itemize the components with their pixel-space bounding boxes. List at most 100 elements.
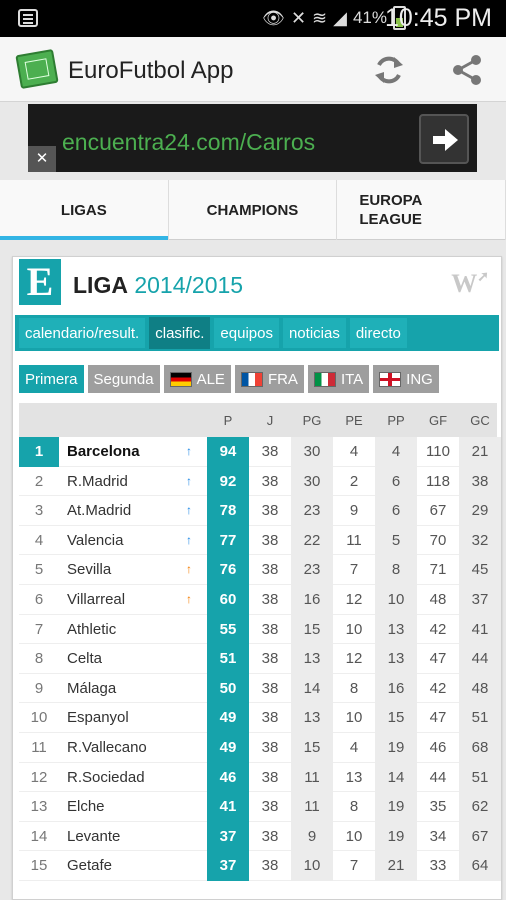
chip-ale[interactable]: ALE bbox=[163, 365, 231, 393]
table-row[interactable]: 12 R.Sociedad 46 38 11 13 14 44 51 bbox=[19, 762, 501, 793]
row-position: 6 bbox=[34, 590, 44, 608]
trend-up-icon: ↑ bbox=[186, 473, 192, 488]
subnav-noticias[interactable]: noticias bbox=[282, 318, 346, 348]
chip-primera[interactable]: Primera bbox=[19, 365, 84, 393]
row-team-name[interactable]: Málaga bbox=[67, 674, 116, 704]
row-team-name[interactable]: R.Madrid bbox=[67, 467, 128, 497]
table-row[interactable]: 1 Barcelona ↑ 94 38 30 4 4 110 21 bbox=[19, 437, 501, 467]
england-flag-icon bbox=[379, 371, 402, 387]
table-row[interactable]: 7 Athletic 55 38 15 10 13 42 41 bbox=[19, 614, 501, 645]
row-team-name[interactable]: Elche bbox=[67, 792, 105, 822]
tab-champions[interactable]: CHAMPIONS bbox=[169, 180, 338, 240]
table-row[interactable]: 14 Levante 37 38 9 10 19 34 67 bbox=[19, 821, 501, 852]
cell-gf: 110 bbox=[426, 443, 450, 460]
cell-gf: 35 bbox=[429, 798, 447, 816]
row-team-name[interactable]: Espanyol bbox=[67, 703, 129, 733]
row-team-name[interactable]: Sevilla bbox=[67, 555, 111, 585]
row-position: 12 bbox=[30, 768, 48, 786]
table-row[interactable]: 11 R.Vallecano 49 38 15 4 19 46 68 bbox=[19, 732, 501, 763]
cell-pg: 22 bbox=[291, 525, 333, 556]
table-row[interactable]: 8 Celta 51 38 13 12 13 47 44 bbox=[19, 644, 501, 674]
chip-ing[interactable]: ING bbox=[373, 365, 439, 393]
tab-ligas[interactable]: LIGAS bbox=[0, 180, 169, 240]
row-position: 8 bbox=[34, 650, 44, 668]
column-header-j: J bbox=[266, 413, 274, 428]
table-row[interactable]: 10 Espanyol 49 38 13 10 15 47 51 bbox=[19, 703, 501, 733]
table-row[interactable]: 5 Sevilla ↑ 76 38 23 7 8 71 45 bbox=[19, 555, 501, 585]
cell-j: 38 bbox=[261, 531, 279, 549]
subnav-directo[interactable]: directo bbox=[349, 318, 407, 348]
cell-gc: 67 bbox=[459, 821, 501, 852]
column-header-pg: PG bbox=[302, 413, 322, 428]
row-team-name[interactable]: Valencia bbox=[67, 526, 123, 556]
cell-p: 94 bbox=[207, 437, 249, 467]
cell-j: 38 bbox=[261, 561, 279, 579]
cell-pg: 30 bbox=[291, 466, 333, 497]
subnav-equipos[interactable]: equipos bbox=[214, 318, 279, 348]
cell-j: 38 bbox=[261, 827, 279, 845]
cell-p: 46 bbox=[207, 762, 249, 793]
w-share-icon[interactable]: W➚ bbox=[451, 269, 489, 299]
cell-gf: 47 bbox=[429, 709, 447, 727]
row-team-name[interactable]: Villarreal bbox=[67, 585, 125, 615]
row-team-name[interactable]: Athletic bbox=[67, 615, 116, 645]
cell-pp: 19 bbox=[375, 732, 417, 763]
row-team-name[interactable]: R.Sociedad bbox=[67, 763, 145, 793]
clock: 10:45 PM bbox=[384, 4, 492, 32]
cell-pg: 10 bbox=[291, 851, 333, 881]
cell-pe: 10 bbox=[345, 827, 363, 845]
chip-segunda[interactable]: Segunda bbox=[87, 365, 160, 393]
cell-pe: 7 bbox=[349, 561, 359, 579]
table-row[interactable]: 2 R.Madrid ↑ 92 38 30 2 6 118 38 bbox=[19, 466, 501, 497]
row-team-name[interactable]: Barcelona bbox=[67, 437, 140, 467]
row-team-name[interactable]: At.Madrid bbox=[67, 496, 131, 526]
league-tabs: LIGAS CHAMPIONS EUROPA LEAGUE bbox=[0, 180, 506, 240]
cell-gc: 32 bbox=[459, 525, 501, 556]
cell-j: 38 bbox=[261, 798, 279, 816]
el-logo: E bbox=[19, 259, 61, 305]
cell-pg: 15 bbox=[291, 732, 333, 763]
cell-gc: 51 bbox=[459, 762, 501, 793]
tab-europa-league[interactable]: EUROPA LEAGUE bbox=[337, 180, 506, 240]
cell-pg: 9 bbox=[291, 821, 333, 852]
ad-text[interactable]: encuentra24.com/Carros bbox=[62, 129, 315, 156]
table-row[interactable]: 3 At.Madrid ↑ 78 38 23 9 6 67 29 bbox=[19, 496, 501, 526]
status-bar: 👁 ✕ ≋ ◢ 41% 10:45 PM bbox=[0, 0, 506, 37]
table-row[interactable]: 13 Elche 41 38 11 8 19 35 62 bbox=[19, 792, 501, 822]
row-team-name[interactable]: R.Vallecano bbox=[67, 733, 147, 763]
chip-fra[interactable]: FRA bbox=[234, 365, 304, 393]
refresh-icon[interactable] bbox=[372, 53, 406, 87]
column-header-pe: PE bbox=[345, 413, 363, 428]
chip-ita[interactable]: ITA bbox=[307, 365, 370, 393]
cell-pg: 16 bbox=[291, 584, 333, 615]
subnav-calendario[interactable]: calendario/result. bbox=[19, 318, 146, 348]
cell-gf: 67 bbox=[429, 502, 447, 520]
ad-arrow-button[interactable] bbox=[419, 114, 469, 164]
row-team-name[interactable]: Getafe bbox=[67, 851, 112, 881]
table-row[interactable]: 15 Getafe 37 38 10 7 21 33 64 bbox=[19, 851, 501, 881]
table-row[interactable]: 4 Valencia ↑ 77 38 22 11 5 70 32 bbox=[19, 525, 501, 556]
cell-pe: 8 bbox=[349, 679, 359, 697]
notification-icon bbox=[18, 9, 38, 27]
cell-pg: 30 bbox=[291, 437, 333, 467]
row-team-name[interactable]: Celta bbox=[67, 644, 102, 674]
table-header: P J PG PE PP GF GC bbox=[19, 403, 497, 437]
cell-gc: 68 bbox=[459, 732, 501, 763]
subnav-clasific[interactable]: clasific. bbox=[149, 317, 211, 349]
card-title: LIGA 2014/2015 bbox=[73, 272, 243, 299]
table-row[interactable]: 6 Villarreal ↑ 60 38 16 12 10 48 37 bbox=[19, 584, 501, 615]
ad-banner[interactable]: encuentra24.com/Carros bbox=[28, 104, 477, 172]
cell-p: 37 bbox=[207, 851, 249, 881]
cell-gf: 118 bbox=[426, 472, 450, 490]
ad-close-button[interactable]: ✕ bbox=[28, 146, 56, 172]
row-position: 4 bbox=[34, 531, 44, 549]
cell-p: 37 bbox=[207, 821, 249, 852]
table-row[interactable]: 9 Málaga 50 38 14 8 16 42 48 bbox=[19, 673, 501, 704]
cell-pe: 8 bbox=[349, 798, 359, 816]
cell-j: 38 bbox=[261, 738, 279, 756]
share-icon[interactable] bbox=[450, 53, 484, 87]
cell-pg: 13 bbox=[291, 644, 333, 674]
row-team-name[interactable]: Levante bbox=[67, 822, 120, 852]
cell-p: 49 bbox=[207, 703, 249, 733]
row-position: 1 bbox=[19, 437, 59, 467]
